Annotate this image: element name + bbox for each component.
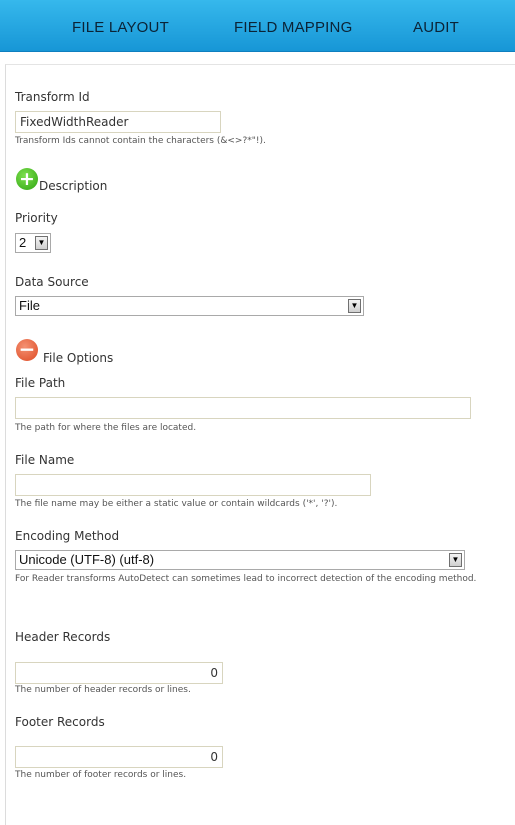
data-source-select[interactable]: File ▼ <box>15 296 364 316</box>
footer-records-label: Footer Records <box>15 715 105 729</box>
file-name-hint: The file name may be either a static val… <box>15 499 338 509</box>
footer-records-input[interactable] <box>15 746 223 768</box>
tab-audit[interactable]: AUDIT <box>413 0 459 51</box>
transform-id-label: Transform Id <box>15 90 90 104</box>
file-path-label: File Path <box>15 376 66 390</box>
description-toggle[interactable]: Description <box>39 179 107 193</box>
add-circle-icon[interactable]: + <box>16 168 38 190</box>
header-records-label: Header Records <box>15 630 111 644</box>
top-nav-bar: FILE LAYOUT FIELD MAPPING AUDIT <box>0 0 515 52</box>
footer-records-hint: The number of footer records or lines. <box>15 770 187 780</box>
data-source-label: Data Source <box>15 275 89 289</box>
file-path-hint: The path for where the files are located… <box>15 423 197 433</box>
file-name-label: File Name <box>15 453 75 467</box>
chevron-down-icon: ▼ <box>35 236 48 250</box>
tab-field-mapping[interactable]: FIELD MAPPING <box>234 0 352 51</box>
header-records-input[interactable] <box>15 662 223 684</box>
priority-label: Priority <box>15 211 58 225</box>
encoding-method-hint: For Reader transforms AutoDetect can som… <box>15 574 477 584</box>
tab-file-layout[interactable]: FILE LAYOUT <box>72 0 169 51</box>
encoding-selected-value: Unicode (UTF-8) (utf-8) <box>19 552 155 567</box>
encoding-method-label: Encoding Method <box>15 529 120 543</box>
header-records-hint: The number of header records or lines. <box>15 685 191 695</box>
data-source-selected-value: File <box>19 298 40 313</box>
file-path-input[interactable] <box>15 397 471 419</box>
transform-id-input[interactable] <box>15 111 221 133</box>
remove-circle-icon[interactable]: − <box>16 339 38 361</box>
priority-selected-value: 2 <box>19 235 27 250</box>
priority-select[interactable]: 2 ▼ <box>15 233 51 253</box>
file-options-toggle[interactable]: File Options <box>43 351 113 365</box>
file-name-input[interactable] <box>15 474 371 496</box>
chevron-down-icon: ▼ <box>348 299 361 313</box>
encoding-method-select[interactable]: Unicode (UTF-8) (utf-8) ▼ <box>15 550 465 570</box>
transform-id-hint: Transform Ids cannot contain the charact… <box>15 136 266 146</box>
chevron-down-icon: ▼ <box>449 553 462 567</box>
